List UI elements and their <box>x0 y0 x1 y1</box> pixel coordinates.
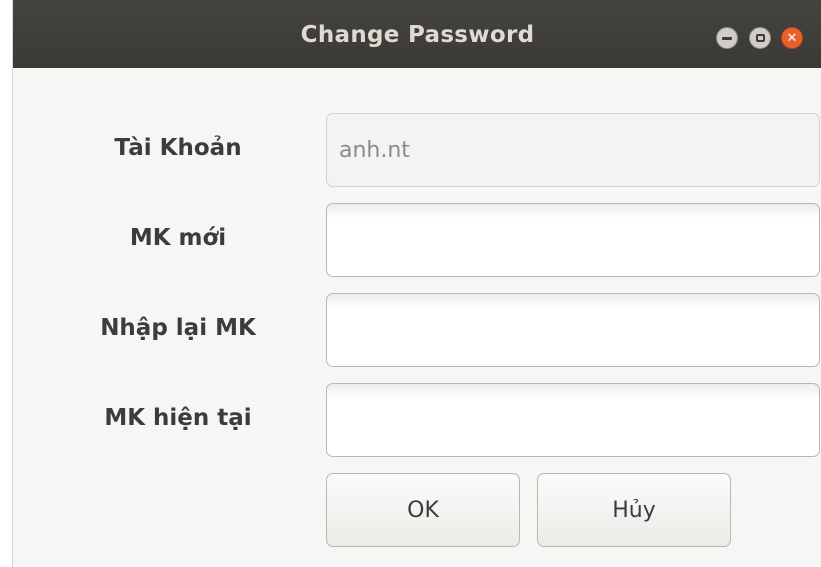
current-password-field[interactable] <box>326 383 820 457</box>
close-button[interactable]: ✕ <box>781 27 803 49</box>
account-field <box>326 113 820 187</box>
change-password-dialog: Change Password ✕ Tài Khoản MK mới Nhập … <box>12 0 821 567</box>
maximize-icon <box>755 34 765 42</box>
confirm-password-label: Nhập lại MK <box>100 315 256 341</box>
new-password-field[interactable] <box>326 203 820 277</box>
cancel-button[interactable]: Hủy <box>537 473 731 547</box>
ok-button[interactable]: OK <box>326 473 520 547</box>
confirm-password-field[interactable] <box>326 293 820 367</box>
new-password-label: MK mới <box>129 225 227 251</box>
minimize-icon <box>722 36 732 40</box>
window-title: Change Password <box>300 22 535 48</box>
maximize-button[interactable] <box>749 27 771 49</box>
account-label: Tài Khoản <box>114 135 242 161</box>
title-bar[interactable]: Change Password ✕ <box>13 0 821 68</box>
current-password-label: MK hiện tại <box>104 405 252 431</box>
minimize-button[interactable] <box>716 27 738 49</box>
close-icon: ✕ <box>786 30 798 46</box>
